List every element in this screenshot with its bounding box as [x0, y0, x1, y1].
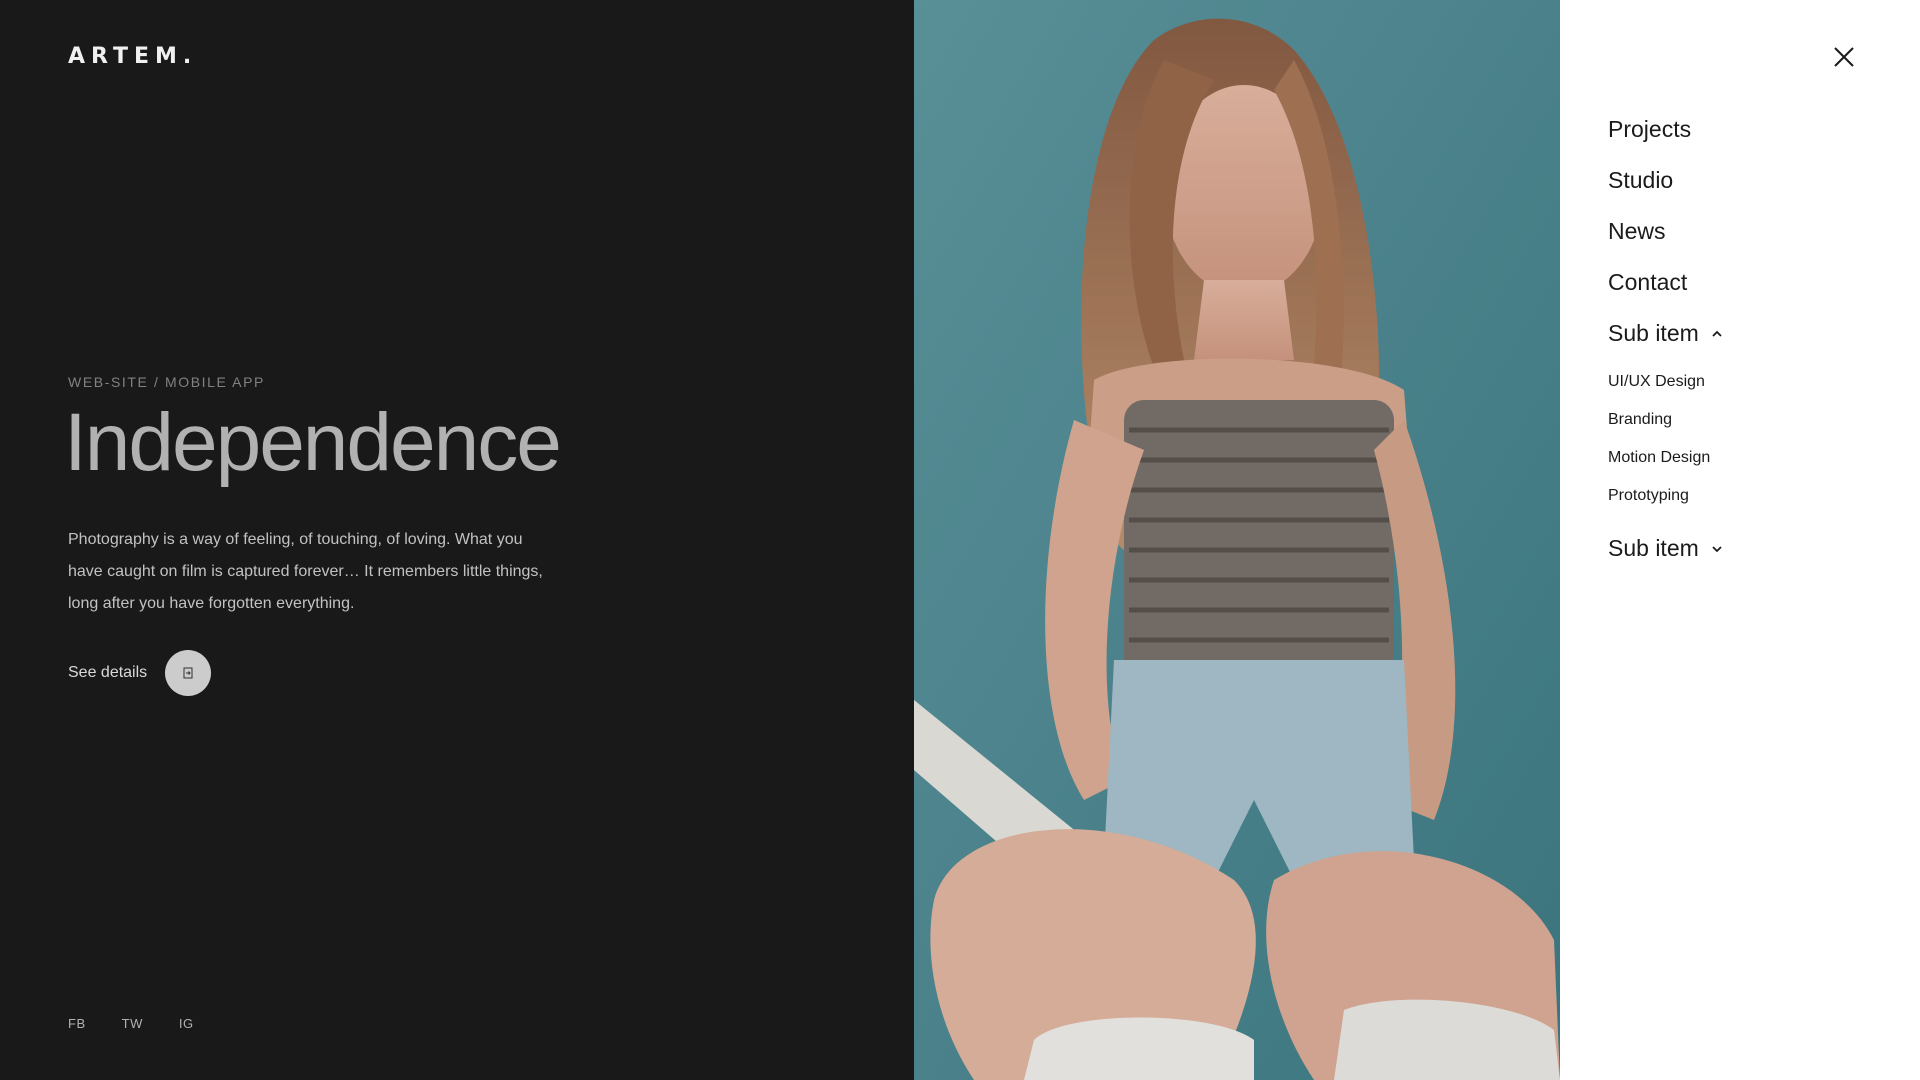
menu-item-label: Projects [1608, 116, 1692, 142]
menu-item-projects[interactable]: Projects [1608, 104, 1723, 155]
social-facebook-link[interactable]: FB [68, 1016, 86, 1031]
brand-logo[interactable]: ARTEM. [68, 44, 197, 69]
project-photo [914, 0, 1560, 1080]
close-icon[interactable] [1829, 42, 1859, 72]
social-twitter-link[interactable]: TW [122, 1016, 143, 1031]
submenu-item-motion-design[interactable]: Motion Design [1608, 439, 1723, 477]
submenu-item-prototyping[interactable]: Prototyping [1608, 477, 1723, 515]
portrait-photo [914, 0, 1560, 1080]
submenu: UI/UX Design Branding Motion Design Prot… [1608, 363, 1723, 515]
menu-item-studio[interactable]: Studio [1608, 155, 1723, 206]
menu-item-sub-item-expanded[interactable]: Sub item [1608, 308, 1723, 359]
project-description: Photography is a way of feeling, of touc… [68, 531, 543, 612]
submenu-item-branding[interactable]: Branding [1608, 401, 1723, 439]
page: ARTEM. WEB-SITE / MOBILE APP Independenc… [0, 0, 1920, 1080]
submenu-item-ui-ux-design[interactable]: UI/UX Design [1608, 363, 1723, 401]
project-category: WEB-SITE / MOBILE APP [68, 374, 265, 390]
chevron-down-icon [1711, 545, 1723, 553]
project-title: Independence [64, 397, 562, 488]
menu-item-label: Sub item [1608, 320, 1699, 346]
project-panel: ARTEM. WEB-SITE / MOBILE APP Independenc… [0, 0, 914, 1080]
menu-item-label: News [1608, 218, 1666, 244]
arrow-right-icon[interactable] [165, 650, 212, 696]
chevron-up-icon [1711, 330, 1723, 338]
menu-item-label: Studio [1608, 167, 1674, 193]
menu-item-contact[interactable]: Contact [1608, 257, 1723, 308]
social-instagram-link[interactable]: IG [179, 1016, 194, 1031]
menu-item-label: Sub item [1608, 535, 1699, 561]
menu-list: Projects Studio News Contact Sub item UI… [1608, 104, 1723, 574]
see-details-button[interactable]: See details [68, 650, 212, 696]
social-links: FB TW IG [68, 1016, 194, 1031]
navigation-menu: Projects Studio News Contact Sub item UI… [1560, 0, 1920, 1080]
menu-item-sub-item-collapsed[interactable]: Sub item [1608, 523, 1723, 574]
menu-item-label: Contact [1608, 269, 1688, 295]
see-details-label: See details [68, 664, 148, 681]
menu-item-news[interactable]: News [1608, 206, 1723, 257]
